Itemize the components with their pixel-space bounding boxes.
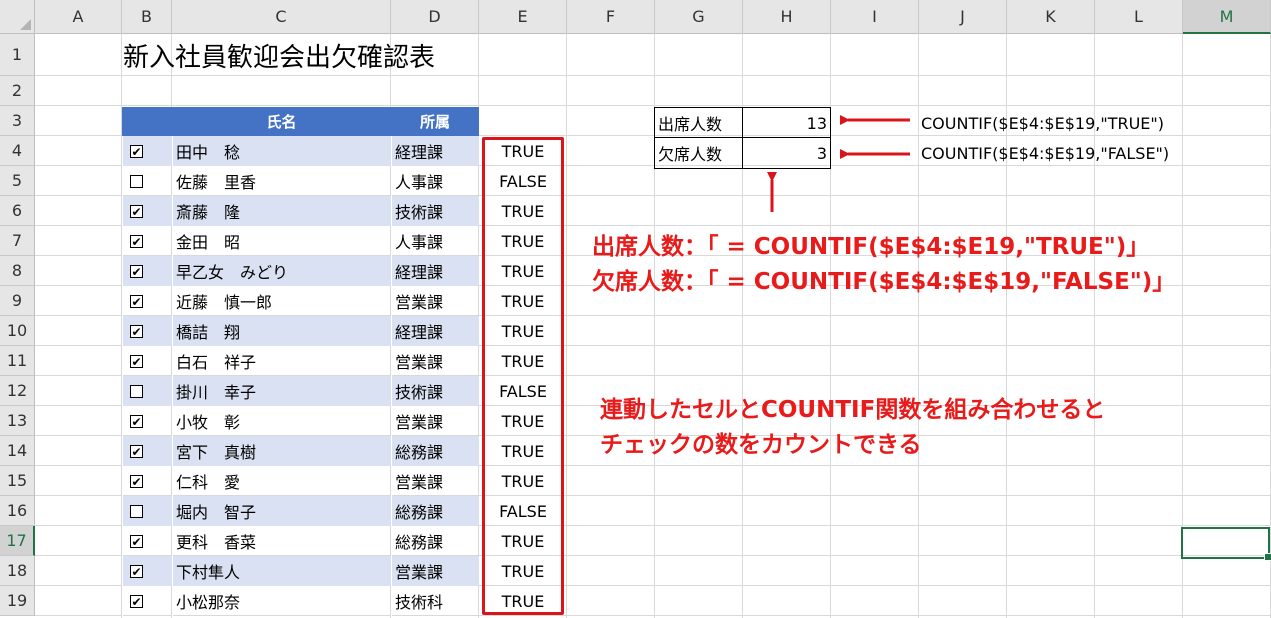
selected-cell-M17[interactable] [1181, 527, 1271, 561]
annotation-note-2: チェックの数をカウントできる [600, 432, 922, 458]
annotation-arrows [767, 115, 910, 212]
annotation-attend-formula: 出席人数：「 = COUNTIF($E$4:$E19,"TRUE")」 [592, 234, 1150, 260]
annotation-note-1: 連動したセルとCOUNTIF関数を組み合わせると [600, 397, 1106, 423]
annotation-absent-formula: 欠席人数：「 = COUNTIF($E$4:$E$19,"FALSE")」 [592, 269, 1176, 295]
